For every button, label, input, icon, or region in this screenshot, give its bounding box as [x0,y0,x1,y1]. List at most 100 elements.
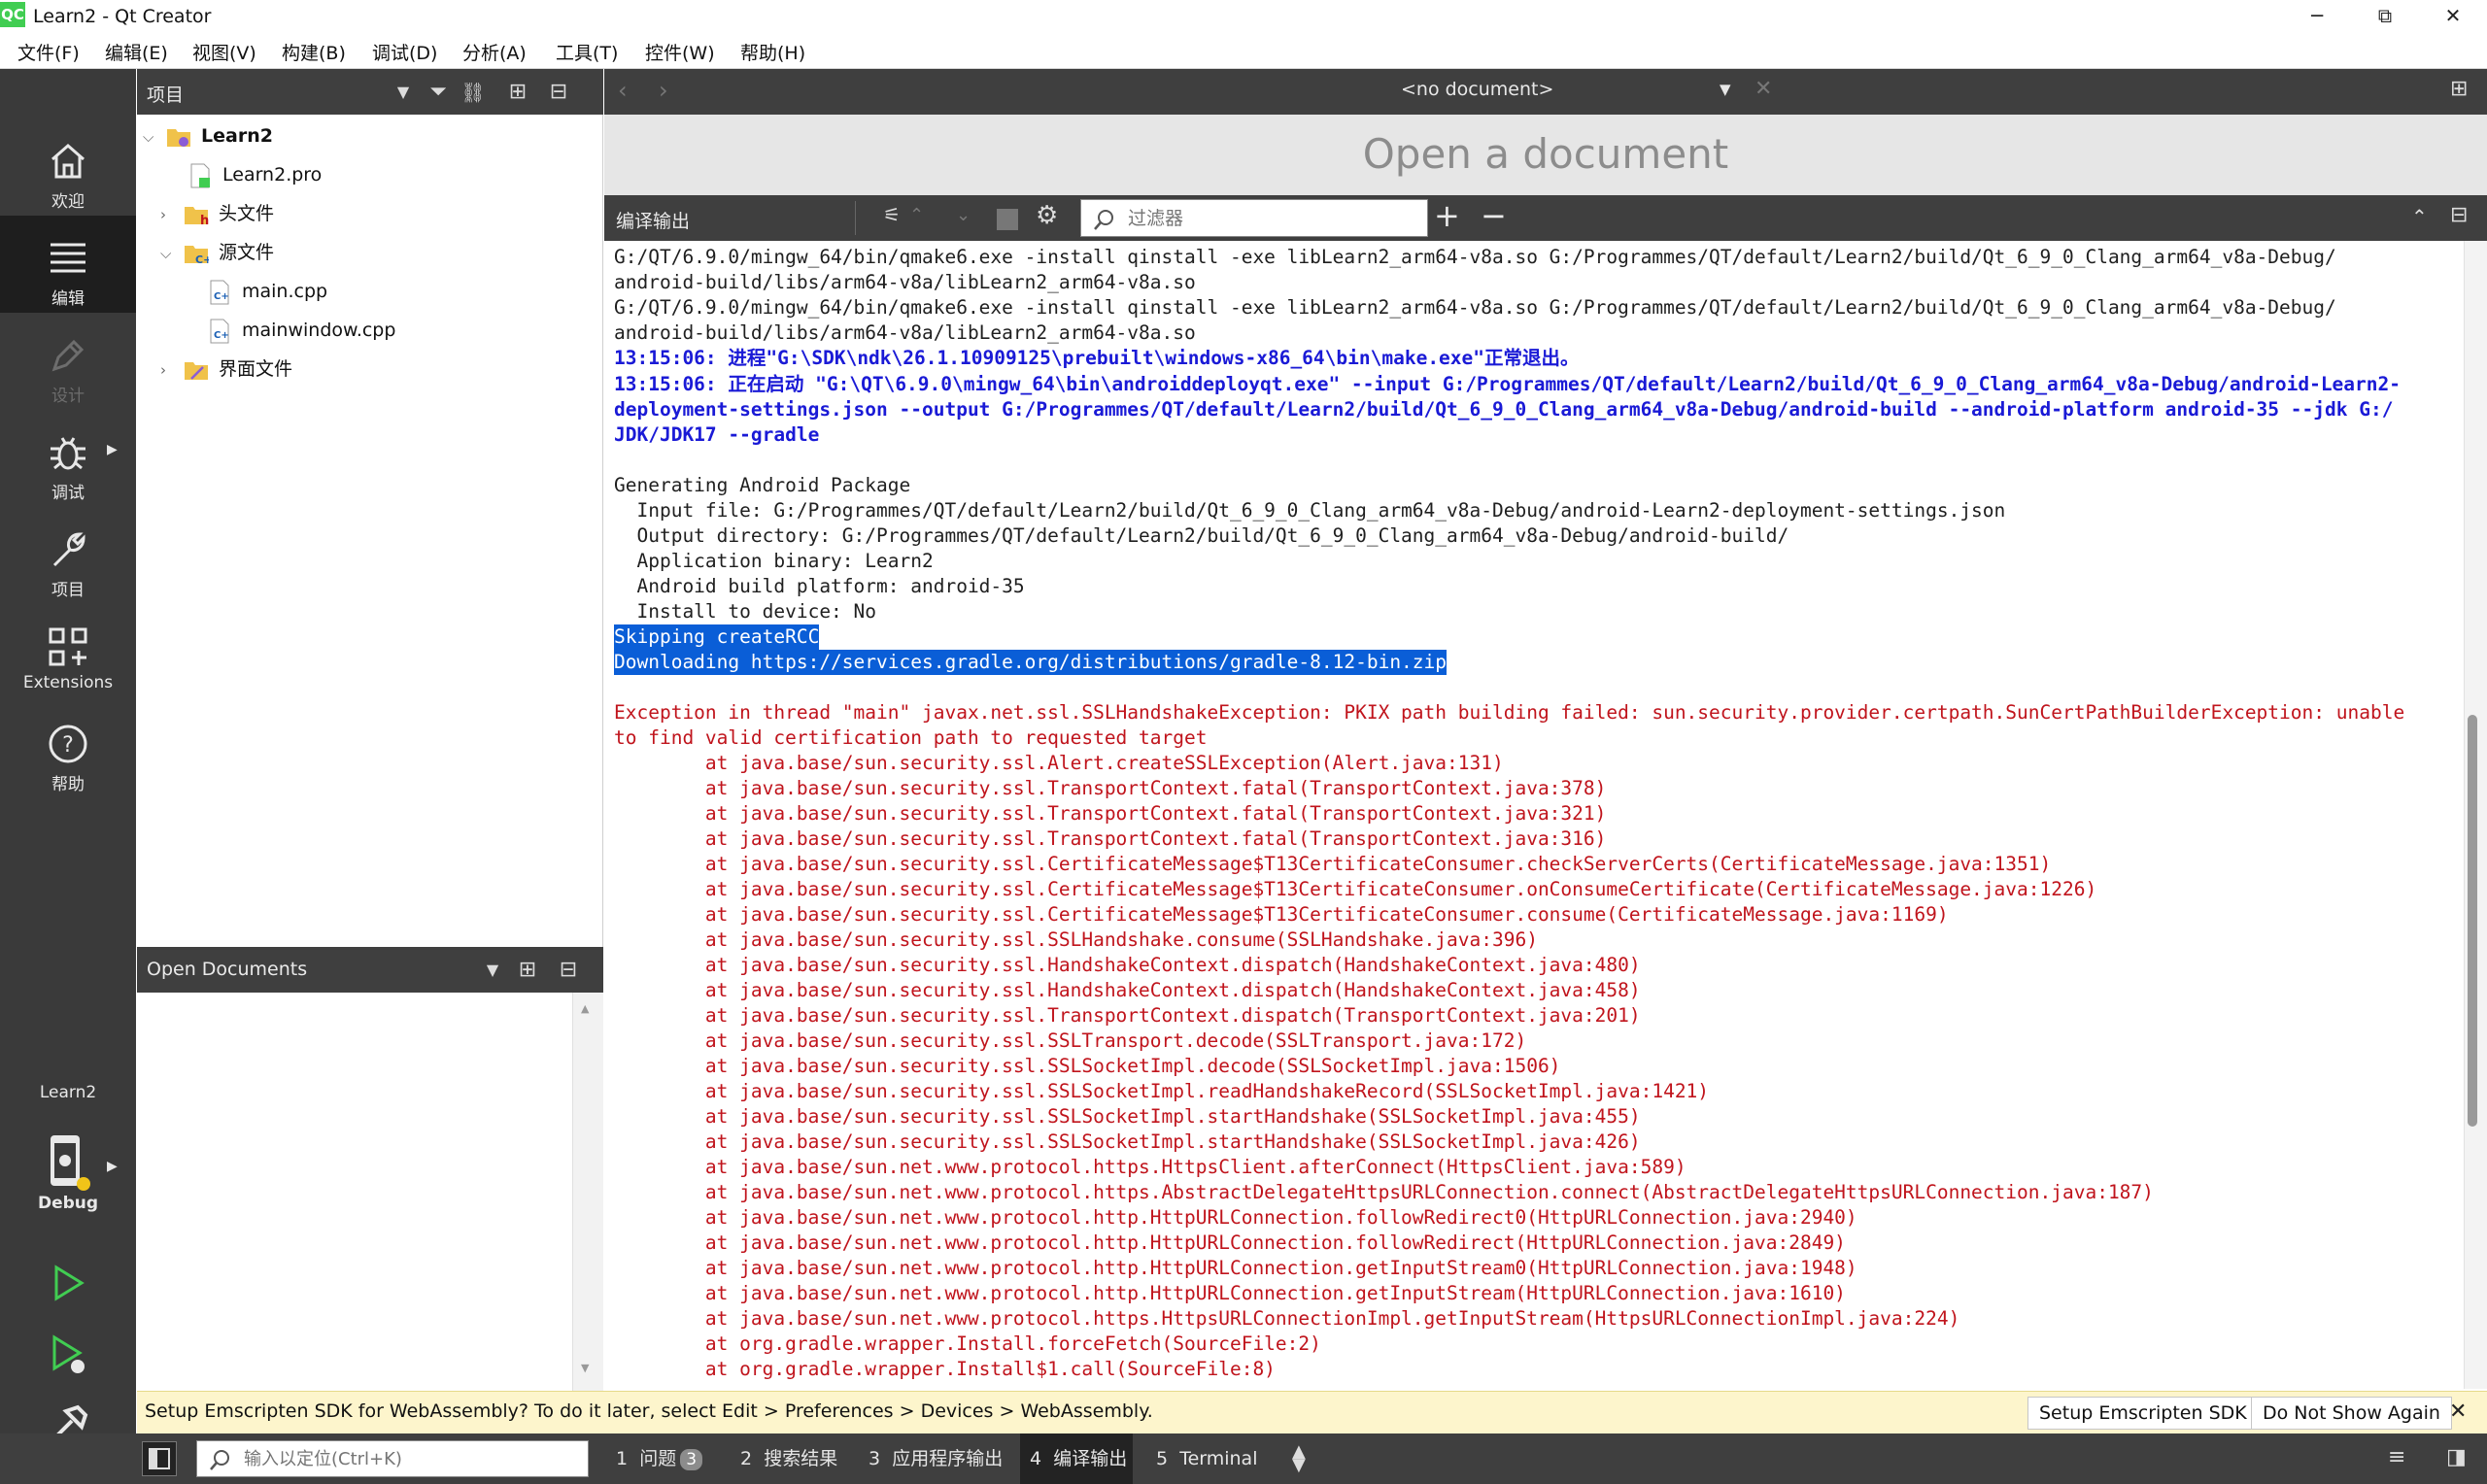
document-selector[interactable]: <no document> ▼ [1401,79,1731,106]
locator[interactable] [196,1440,589,1477]
editor-toolbar: ‹ › <no document> ▼ ✕ ⊞ [604,69,2487,115]
projects-view-title: 项目 [147,84,185,106]
tree-item-main-cpp[interactable]: C+ main.cpp [207,274,327,309]
progress-details-icon[interactable]: ≡ [2388,1445,2405,1469]
close-pane-icon[interactable]: ⊟ [543,77,574,108]
filter-icon[interactable]: ⏷ [423,77,454,108]
split-editor-icon[interactable]: ⊞ [2450,77,2468,101]
split-icon[interactable]: ⊞ [512,955,543,986]
menu-edit[interactable]: 编辑(E) [105,39,168,65]
open-documents-scrollbar[interactable]: ▲ ▼ [572,993,603,1391]
mode-welcome[interactable]: 欢迎 [0,118,136,216]
split-icon[interactable]: ⊞ [502,77,533,108]
output-line-error: at java.base/sun.net.www.protocol.https.… [614,1156,1686,1178]
open-documents-list[interactable] [137,993,603,1391]
output-line-error: at java.base/sun.net.www.protocol.http.H… [614,1257,1857,1279]
menu-debug[interactable]: 调试(D) [372,39,437,65]
menu-controls[interactable]: 控件(W) [645,39,715,65]
gear-icon[interactable]: ⚙ [1036,201,1058,230]
tab-issues[interactable]: 1 问题 3 [604,1433,711,1484]
minimize-button[interactable]: ─ [2283,0,2351,32]
output-line: G:/QT/6.9.0/mingw_64/bin/qmake6.exe -ins… [614,296,2336,319]
output-line-info: JDK/JDK17 --gradle [614,423,820,446]
menu-help[interactable]: 帮助(H) [740,39,805,65]
filter-input[interactable] [1126,207,1417,230]
svg-text:C+: C+ [214,330,229,341]
mode-extensions[interactable]: Extensions [0,604,136,701]
mode-design[interactable]: 设计 [0,313,136,410]
mode-help[interactable]: ? 帮助 [0,701,136,798]
mode-extensions-label: Extensions [22,673,114,692]
tree-item-sources[interactable]: ⌵ C+ 源文件 [160,235,274,270]
tree-item-pro-file[interactable]: Learn2.pro [187,157,322,192]
sidebar-toggle-icon [149,1448,170,1469]
tree-item-forms[interactable]: › 界面文件 [160,352,292,387]
zoom-out-button[interactable]: − [1481,197,1507,234]
do-not-show-again-button[interactable]: Do Not Show Again [2251,1397,2452,1430]
output-line-error: at java.base/sun.security.ssl.Certificat… [614,903,1949,926]
output-line-selected: Skipping createRCC [614,624,820,650]
maximize-pane-icon[interactable]: ⌃ [2411,205,2428,228]
output-scrollbar-thumb[interactable] [2468,715,2477,1127]
toggle-sidebar-button[interactable] [142,1441,177,1476]
title-bar: QC Learn2 - Qt Creator ─ ⧉ ✕ [0,0,2487,32]
svg-text:C+: C+ [214,291,229,302]
stop-icon[interactable] [997,209,1018,230]
tab-application-output[interactable]: 3 应用程序输出 [857,1433,1022,1484]
setup-emscripten-button[interactable]: Setup Emscripten SDK [2027,1397,2259,1430]
tab-search-results[interactable]: 2 搜索结果 [729,1433,855,1484]
tree-item-mainwindow-cpp[interactable]: C+ mainwindow.cpp [207,313,395,348]
view-select-chevron-icon[interactable]: ▼ [477,955,508,986]
close-info-bar-icon[interactable]: ✕ [2449,1400,2467,1424]
locator-input[interactable] [242,1447,572,1470]
window-title: Learn2 - Qt Creator [33,6,212,27]
tree-item-headers[interactable]: › h 头文件 [160,196,274,231]
toggle-right-sidebar-icon[interactable]: ◨ [2446,1445,2467,1469]
kit-selector[interactable] [45,1133,91,1192]
menu-file[interactable]: 文件(F) [17,39,80,65]
close-pane-icon[interactable]: ⊟ [2450,203,2468,227]
menu-analyze[interactable]: 分析(A) [462,39,527,65]
close-window-button[interactable]: ✕ [2419,0,2487,32]
tab-search-results-label: 搜索结果 [764,1448,838,1469]
close-document-icon[interactable]: ✕ [1755,77,1772,101]
output-line-error: at java.base/sun.security.ssl.HandshakeC… [614,979,1641,1001]
project-folder-icon [166,124,191,150]
tree-item-mainwindow-cpp-label: mainwindow.cpp [242,320,396,341]
tree-item-root[interactable]: ⌵ Learn2 [143,118,273,153]
output-line: Generating Android Package [614,474,911,496]
scroll-down-icon[interactable]: ▼ [581,1362,589,1374]
clean-output-icon[interactable]: ⚟ [876,203,907,234]
tab-terminal[interactable]: 5 Terminal [1144,1433,1271,1484]
debug-run-button[interactable] [45,1332,91,1378]
menu-tools[interactable]: 工具(T) [556,39,618,65]
forward-icon[interactable]: › [659,77,668,104]
status-bar: 1 问题3 2 搜索结果 3 应用程序输出 4 编译输出 5 Terminal … [0,1433,2487,1484]
kit-build-config: Debug [37,1194,99,1213]
tab-compile-output[interactable]: 4 编译输出 [1020,1433,1133,1484]
forms-folder-icon [184,357,209,383]
next-item-icon[interactable]: ⌄ [956,205,971,225]
compile-output[interactable]: G:/QT/6.9.0/mingw_64/bin/qmake6.exe -ins… [604,241,2464,1389]
run-button[interactable] [45,1260,91,1306]
close-pane-icon[interactable]: ⊟ [553,955,584,986]
output-line: Output directory: G:/Programmes/QT/defau… [614,524,1789,547]
menu-build[interactable]: 构建(B) [282,39,346,65]
maximize-button[interactable]: ⧉ [2351,0,2419,32]
link-editor-icon[interactable]: ⛓ [458,77,489,108]
view-select-chevron-icon[interactable]: ▼ [388,77,419,108]
output-line-error: at java.base/sun.security.ssl.SSLSocketI… [614,1105,1641,1128]
mode-edit[interactable]: 编辑 [0,216,136,313]
scroll-up-icon[interactable]: ▲ [581,1002,589,1015]
zoom-in-button[interactable]: + [1434,197,1460,234]
previous-item-icon[interactable]: ⌃ [909,205,924,225]
mode-debug[interactable]: 调试 ▶ [0,410,136,507]
more-tabs-icon[interactable]: ▲ ▼ [1292,1443,1306,1474]
mode-projects[interactable]: 项目 [0,507,136,604]
menu-view[interactable]: 视图(V) [192,39,256,65]
chevron-right-icon: › [160,361,166,379]
help-icon: ? [49,725,87,763]
output-filter[interactable] [1080,199,1428,237]
back-icon[interactable]: ‹ [618,77,628,104]
tab-number: 4 [1030,1448,1042,1469]
